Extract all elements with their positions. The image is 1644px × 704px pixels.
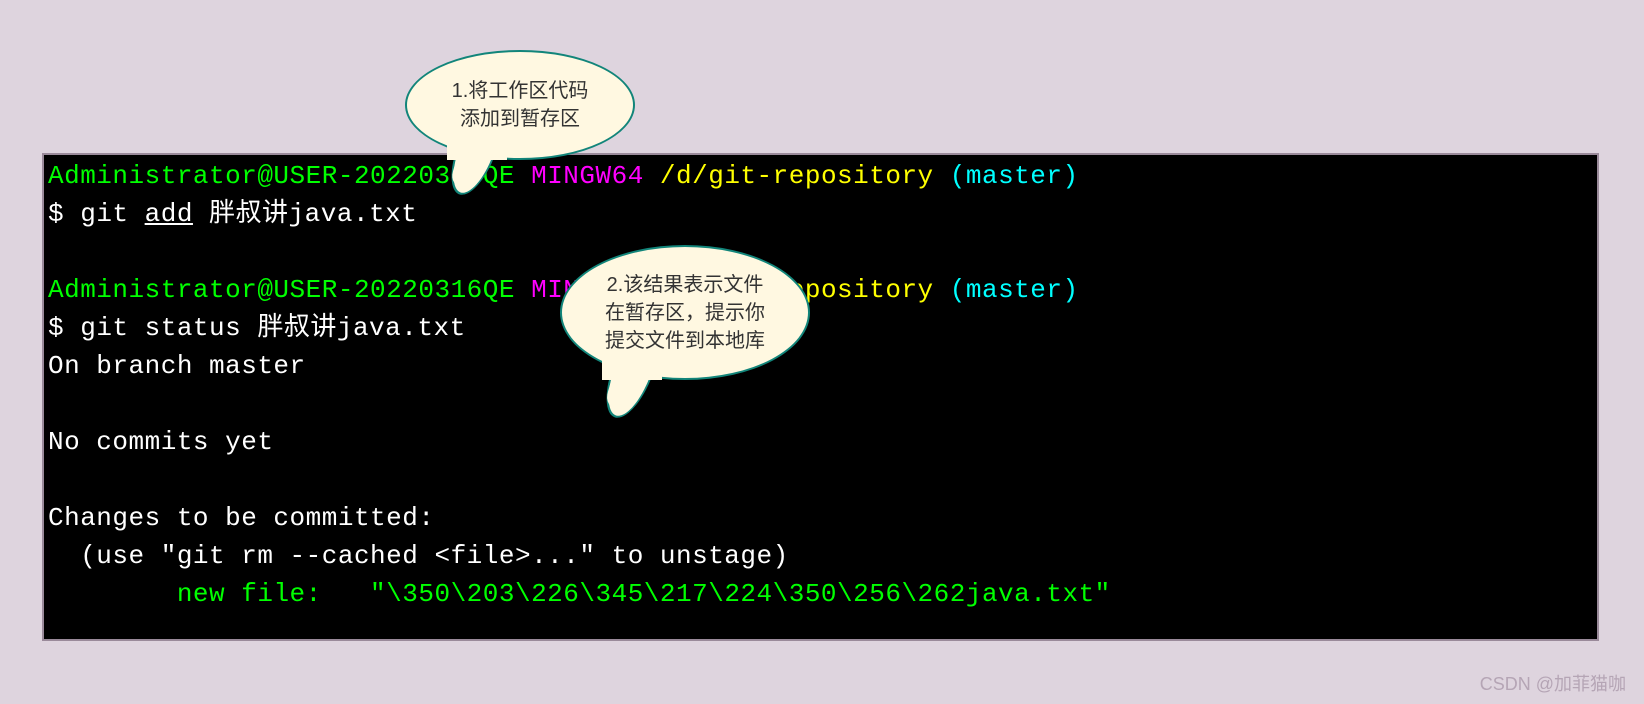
bubble-2-line-1: 2.该结果表示文件 — [607, 274, 764, 296]
bubble-1-line-2: 添加到暂存区 — [460, 108, 580, 130]
bubble-1-text: 1.将工作区代码 添加到暂存区 — [452, 77, 589, 133]
path: /d/git-repository — [644, 161, 934, 191]
prompt-line-2: Administrator@USER-20220316QE MINGW64 /d… — [48, 271, 1593, 309]
output-changes: Changes to be committed: — [48, 499, 1593, 537]
output-no-commits: No commits yet — [48, 423, 1593, 461]
git-args: 胖叔讲java.txt — [193, 199, 417, 229]
prompt-line-1: Administrator@USER-20220316QE MINGW64 /d… — [48, 157, 1593, 195]
bubble-1-line-1: 1.将工作区代码 — [452, 80, 589, 102]
output-hint: (use "git rm --cached <file>..." to unst… — [48, 537, 1593, 575]
watermark: CSDN @加菲猫咖 — [1480, 670, 1626, 696]
terminal-window[interactable]: Administrator@USER-20220316QE MINGW64 /d… — [42, 153, 1599, 641]
git-subcmd: add — [145, 199, 193, 229]
callout-2: 2.该结果表示文件 在暂存区，提示你 提交文件到本地库 — [560, 245, 810, 380]
output-branch: On branch master — [48, 347, 1593, 385]
bubble-2-line-3: 提交文件到本地库 — [605, 330, 765, 352]
speech-bubble-1: 1.将工作区代码 添加到暂存区 — [405, 50, 635, 160]
branch: (master) — [934, 161, 1079, 191]
command-line-2: $ git status 胖叔讲java.txt — [48, 309, 1593, 347]
command-line-1: $ git add 胖叔讲java.txt — [48, 195, 1593, 233]
bubble-2-line-2: 在暂存区，提示你 — [605, 302, 765, 324]
output-new-file: new file: "\350\203\226\345\217\224\350\… — [48, 575, 1593, 613]
user-host: Administrator@USER-20220316QE — [48, 161, 515, 191]
user-host: Administrator@USER-20220316QE — [48, 275, 515, 305]
prompt-dollar: $ — [48, 313, 80, 343]
indent — [48, 579, 177, 609]
git-cmd: git — [80, 199, 144, 229]
prompt-dollar: $ — [48, 199, 80, 229]
blank-line — [48, 233, 1593, 271]
shell-name: MINGW64 — [515, 161, 644, 191]
blank-line — [48, 461, 1593, 499]
bubble-2-text: 2.该结果表示文件 在暂存区，提示你 提交文件到本地库 — [605, 271, 765, 355]
blank-line — [48, 385, 1593, 423]
new-file-entry: new file: "\350\203\226\345\217\224\350\… — [177, 579, 1111, 609]
branch: (master) — [934, 275, 1079, 305]
callout-1: 1.将工作区代码 添加到暂存区 — [405, 50, 635, 160]
speech-bubble-2: 2.该结果表示文件 在暂存区，提示你 提交文件到本地库 — [560, 245, 810, 380]
git-status-cmd: git status 胖叔讲java.txt — [80, 313, 465, 343]
